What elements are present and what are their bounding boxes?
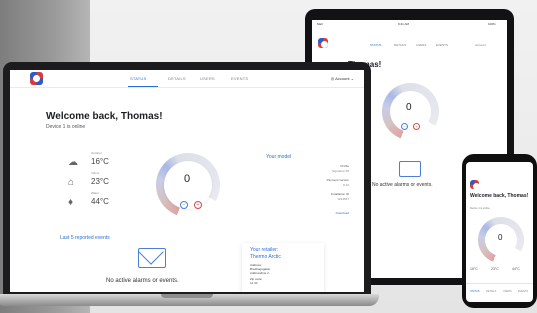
model-field-label: Installation ID xyxy=(330,192,349,196)
brand-logo-icon[interactable] xyxy=(30,72,43,85)
tablet-status-carrier: Mall xyxy=(317,22,323,26)
water-label: Water xyxy=(91,191,99,195)
phone-tabbar-divider xyxy=(466,283,533,284)
phone-tab-status[interactable]: STATUS xyxy=(470,290,480,293)
gauge-value: 0 xyxy=(184,173,191,185)
nav-tab-events[interactable]: EVENTS xyxy=(231,76,248,81)
nav-tab-status[interactable]: STATUS xyxy=(130,76,146,81)
top-navigation-bar xyxy=(10,70,364,88)
water-drop-icon: ♦ xyxy=(68,197,74,208)
tablet-tab-details[interactable]: DETAILS xyxy=(394,43,406,47)
decrease-button[interactable]: − xyxy=(180,201,188,209)
device-status-text: Device 1 is online xyxy=(46,124,86,130)
reported-events-link[interactable]: Last 5 reported events xyxy=(60,235,110,241)
tablet-account-menu[interactable]: Account xyxy=(475,43,486,47)
retailer-detail: Addresslinie 2 xyxy=(250,271,269,275)
account-label: Account xyxy=(335,76,350,81)
retailer-title: Your retailer: xyxy=(250,247,279,253)
phone-tab-events[interactable]: EVENTS xyxy=(518,290,528,293)
tablet-status-time: 9:41 AM xyxy=(398,22,410,26)
model-title: Your model xyxy=(266,154,292,160)
tablet-gauge-value: 0 xyxy=(406,102,412,113)
phone-gauge-value: 0 xyxy=(498,233,503,242)
phone-tab-details[interactable]: DETAILS xyxy=(486,290,496,293)
tablet-decrease-button[interactable]: − xyxy=(401,123,408,130)
mail-icon xyxy=(138,248,166,268)
phone-indoor-temp: 23°C xyxy=(491,267,499,271)
phone-welcome-title: Welcome back, Thomas! xyxy=(470,193,529,199)
tablet-status-battery: 100% xyxy=(488,22,496,26)
model-field-value: Signature 50 xyxy=(331,169,349,173)
retailer-name[interactable]: Thermo Arctic xyxy=(250,254,281,260)
chevron-down-icon: ⌄ xyxy=(349,76,354,81)
model-field-value: 1234567 xyxy=(337,197,349,201)
model-field-label: Profile xyxy=(340,164,349,168)
home-icon: ⌂ xyxy=(68,177,75,188)
laptop-base-notch xyxy=(161,294,213,298)
outdoor-value: 16°C xyxy=(91,157,109,166)
no-alarms-text: No active alarms or events. xyxy=(106,278,179,284)
tablet-mail-icon xyxy=(399,161,421,177)
phone-logo-icon[interactable] xyxy=(470,180,480,190)
model-download-link[interactable]: Download xyxy=(336,211,349,215)
model-field-value: 8.10 xyxy=(343,183,349,187)
increase-button[interactable]: + xyxy=(194,201,202,209)
tablet-no-alarms-text: No active alarms or events. xyxy=(372,182,433,188)
cloud-icon: ☁ xyxy=(68,157,78,168)
retailer-detail: 12 34 xyxy=(250,281,258,285)
gauge-center xyxy=(164,161,212,209)
indoor-label: Indoor xyxy=(91,171,100,175)
tablet-tab-status[interactable]: STATUS xyxy=(370,43,381,47)
indoor-value: 23°C xyxy=(91,177,109,186)
phone-tab-users[interactable]: USERS xyxy=(503,290,512,293)
tablet-increase-button[interactable]: + xyxy=(413,123,420,130)
welcome-title: Welcome back, Thomas! xyxy=(46,111,163,122)
phone-outdoor-temp: 16°C xyxy=(470,267,478,271)
active-tab-indicator xyxy=(128,86,158,87)
phone-water-temp: 44°C xyxy=(512,267,520,271)
tablet-logo-icon[interactable] xyxy=(318,38,328,48)
model-field-label: Payment version xyxy=(326,178,349,182)
tablet-tab-users[interactable]: USERS xyxy=(416,43,426,47)
water-value: 44°C xyxy=(91,197,109,206)
nav-tab-details[interactable]: DETAILS xyxy=(168,76,186,81)
account-menu[interactable]: ◎ Account ⌄ xyxy=(331,76,354,81)
tablet-tab-events[interactable]: EVENTS xyxy=(436,43,448,47)
laptop-screen: STATUS DETAILS USERS EVENTS ◎ Account ⌄ … xyxy=(10,70,364,292)
nav-tab-users[interactable]: USERS xyxy=(200,76,215,81)
laptop: STATUS DETAILS USERS EVENTS ◎ Account ⌄ … xyxy=(0,62,379,310)
phone-device-status: Device 1 is online xyxy=(470,207,490,210)
outdoor-label: Outdoor xyxy=(91,151,102,155)
